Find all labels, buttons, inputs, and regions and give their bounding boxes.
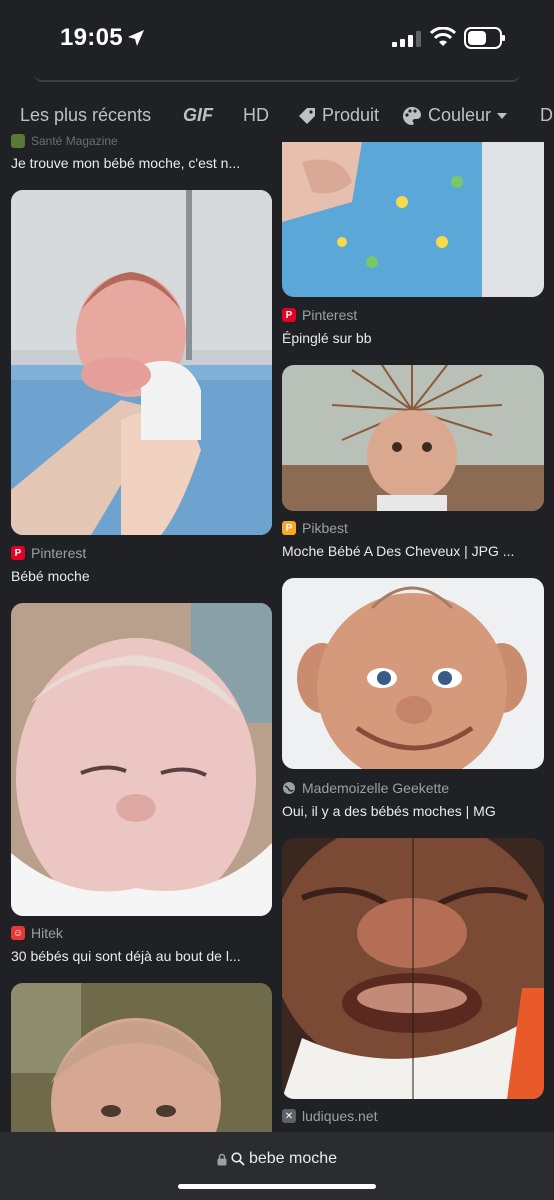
wifi-icon bbox=[430, 27, 456, 46]
photo bbox=[282, 838, 544, 1099]
photo bbox=[11, 983, 272, 1132]
status-bar: 19:05 bbox=[0, 0, 554, 82]
favicon-icon: ✕ bbox=[282, 1109, 296, 1123]
search-query: bebe moche bbox=[248, 1150, 338, 1167]
filter-bar: Les plus récents GIF HD Produit Couleur … bbox=[0, 100, 554, 134]
search-box-edge[interactable] bbox=[34, 74, 520, 82]
photo bbox=[11, 603, 272, 916]
pinterest-logo-icon: P bbox=[11, 546, 25, 560]
filter-label: HD bbox=[243, 105, 269, 125]
home-indicator[interactable] bbox=[178, 1184, 376, 1189]
result-image-baby-pajamas[interactable] bbox=[282, 142, 544, 297]
result-source[interactable]: ✕ ludiques.net bbox=[282, 1108, 378, 1124]
filter-recent[interactable]: Les plus récents bbox=[20, 105, 151, 126]
filter-gif[interactable]: GIF bbox=[183, 105, 213, 126]
clock: 19:05 bbox=[60, 24, 123, 51]
result-source[interactable]: Santé Magazine bbox=[11, 134, 118, 148]
address-field[interactable]: bebe moche bbox=[0, 1150, 554, 1168]
search-icon bbox=[231, 1152, 245, 1166]
result-caption[interactable]: Je trouve mon bébé moche, c'est n... bbox=[11, 155, 266, 171]
source-name: ludiques.net bbox=[302, 1108, 378, 1124]
filter-label: Les plus récents bbox=[20, 105, 152, 125]
filter-more[interactable]: D bbox=[540, 105, 553, 126]
result-image-baby-face[interactable] bbox=[11, 983, 272, 1132]
result-caption[interactable]: 30 bébés qui sont déjà au bout de l... bbox=[11, 948, 266, 964]
source-name: Pinterest bbox=[31, 545, 87, 561]
result-caption[interactable]: Épinglé sur bb bbox=[282, 330, 544, 346]
source-name: Santé Magazine bbox=[31, 134, 118, 148]
result-source[interactable]: P Pikbest bbox=[282, 520, 348, 536]
lock-icon bbox=[217, 1153, 227, 1165]
dropdown-caret-icon bbox=[497, 112, 508, 119]
favicon-icon: P bbox=[282, 521, 296, 535]
result-caption[interactable]: Moche Bébé A Des Cheveux | JPG ... bbox=[282, 543, 544, 559]
cellular-signal-icon bbox=[392, 31, 421, 47]
palette-icon bbox=[403, 106, 421, 125]
filter-label: Couleur bbox=[428, 105, 492, 125]
result-source[interactable]: P Pinterest bbox=[11, 545, 86, 561]
favicon-icon: ☺ bbox=[11, 926, 25, 940]
location-arrow-icon bbox=[128, 30, 144, 46]
result-image-chubby-newborn[interactable] bbox=[11, 603, 272, 916]
source-name: Pinterest bbox=[302, 307, 358, 323]
filter-label: GIF bbox=[183, 105, 213, 125]
result-source[interactable]: P Pinterest bbox=[282, 307, 357, 323]
result-image-spiky-hair-baby[interactable] bbox=[282, 365, 544, 511]
result-source[interactable]: Mademoizelle Geekette bbox=[282, 780, 449, 796]
filter-label: D bbox=[540, 105, 553, 125]
result-source[interactable]: ☺ Hitek bbox=[11, 925, 63, 941]
result-image-crying-baby[interactable] bbox=[282, 838, 544, 1099]
filter-product[interactable]: Produit bbox=[298, 105, 379, 126]
filter-label: Produit bbox=[322, 105, 380, 125]
photo bbox=[11, 190, 272, 535]
source-name: Mademoizelle Geekette bbox=[302, 780, 450, 796]
result-image-grinning-baby[interactable] bbox=[282, 578, 544, 769]
favicon-icon bbox=[11, 134, 25, 148]
battery-icon bbox=[464, 27, 505, 49]
photo bbox=[282, 578, 544, 769]
photo bbox=[282, 365, 544, 511]
filter-color[interactable]: Couleur bbox=[402, 105, 508, 126]
result-image-newborn-frown[interactable] bbox=[11, 190, 272, 535]
globe-icon bbox=[283, 782, 295, 794]
source-name: Pikbest bbox=[302, 520, 348, 536]
filter-hd[interactable]: HD bbox=[243, 105, 269, 126]
result-caption[interactable]: Bébé moche bbox=[11, 568, 266, 584]
browser-address-bar[interactable]: bebe moche bbox=[0, 1132, 554, 1200]
tag-icon bbox=[299, 107, 315, 124]
source-name: Hitek bbox=[31, 925, 63, 941]
photo bbox=[282, 142, 544, 297]
pinterest-logo-icon: P bbox=[282, 308, 296, 322]
result-caption[interactable]: Oui, il y a des bébés moches | MG bbox=[282, 803, 544, 819]
